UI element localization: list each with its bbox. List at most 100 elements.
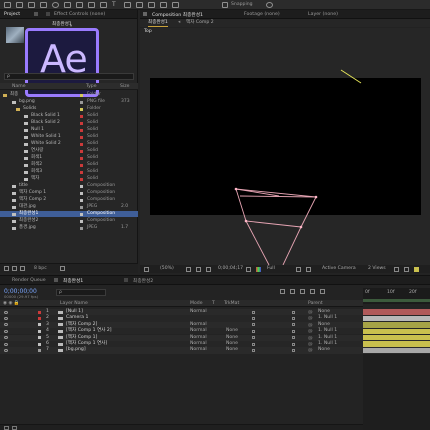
visibility-eye-icon[interactable] bbox=[4, 348, 8, 352]
draft-3d-icon[interactable] bbox=[280, 289, 285, 294]
subtab-comp-1[interactable]: 최종완성1 bbox=[148, 20, 168, 27]
blend-mode-dropdown[interactable]: Normal bbox=[190, 328, 207, 334]
project-item[interactable]: White Solid 1 Solid bbox=[0, 134, 138, 140]
col-name-header[interactable]: Name bbox=[12, 84, 26, 90]
expand-modes-icon[interactable] bbox=[12, 426, 17, 430]
visibility-eye-icon[interactable] bbox=[4, 336, 8, 340]
layer-row[interactable]: 3 [액자 Comp 2] Normal @ None bbox=[0, 321, 430, 328]
parent-dropdown[interactable]: 1. Null 1 bbox=[318, 315, 337, 321]
pen-tool-icon[interactable] bbox=[100, 2, 107, 8]
camera-handle[interactable] bbox=[244, 219, 248, 223]
label-color-swatch[interactable] bbox=[80, 219, 83, 223]
visibility-eye-icon[interactable] bbox=[4, 329, 8, 333]
label-color-swatch[interactable] bbox=[80, 128, 83, 132]
project-item[interactable]: 회색3 Solid bbox=[0, 169, 138, 175]
col-mode[interactable]: Mode bbox=[190, 301, 203, 307]
label-color-swatch[interactable] bbox=[80, 184, 83, 188]
project-item[interactable]: White Solid 2 Solid bbox=[0, 141, 138, 147]
camera-view-dropdown[interactable]: Active Camera bbox=[322, 266, 356, 272]
col-size-header[interactable]: Size bbox=[120, 84, 129, 90]
label-color-swatch[interactable] bbox=[80, 191, 83, 195]
timeline-search-input[interactable]: ρ bbox=[56, 289, 106, 296]
snapping-checkbox[interactable] bbox=[222, 2, 228, 8]
tab-effect-controls[interactable]: Effect Controls (none) bbox=[54, 12, 105, 17]
layer-label-color[interactable] bbox=[38, 316, 41, 320]
zoom-dropdown[interactable]: (50%) bbox=[160, 266, 174, 272]
viewer-timecode[interactable]: 0;00;04;17 bbox=[218, 266, 243, 272]
layer-name[interactable]: [액자 Comp 1] bbox=[66, 335, 97, 341]
col-parent[interactable]: Parent bbox=[308, 301, 323, 307]
motion-blur-icon[interactable] bbox=[310, 289, 315, 294]
blend-mode-dropdown[interactable]: Normal bbox=[190, 309, 207, 315]
work-area-bar[interactable] bbox=[363, 299, 430, 302]
layer-label-color[interactable] bbox=[38, 348, 41, 352]
project-item[interactable]: 풍경.jpg JPEG 1.7 bbox=[0, 225, 138, 231]
layer-duration-bar[interactable] bbox=[363, 334, 430, 341]
col-layer-name[interactable]: Layer Name bbox=[60, 301, 88, 307]
layer-duration-bar[interactable] bbox=[363, 347, 430, 354]
camera-handle[interactable] bbox=[299, 225, 303, 229]
project-item[interactable]: 액자 Solid bbox=[0, 176, 138, 182]
project-item[interactable]: 대관.jpg JPEG 2.0 bbox=[0, 204, 138, 210]
tab-layer[interactable]: Layer (none) bbox=[308, 12, 338, 17]
layer-row[interactable]: 4 [액자 Comp 1 연사 2] Normal None @1. Null 1 bbox=[0, 328, 430, 335]
layer-duration-bar[interactable] bbox=[363, 328, 430, 334]
grid-icon[interactable] bbox=[196, 266, 201, 272]
brush-tool-icon[interactable] bbox=[124, 2, 131, 8]
layer-label-color[interactable] bbox=[38, 342, 41, 346]
3d-layer-cube-icon[interactable] bbox=[292, 310, 295, 314]
layer-row[interactable]: 5 [액자 Comp 1] Normal None @1. Null 1 bbox=[0, 334, 430, 341]
label-color-swatch[interactable] bbox=[80, 135, 83, 139]
3d-layer-cube-icon[interactable] bbox=[292, 329, 295, 333]
visibility-eye-icon[interactable] bbox=[4, 342, 8, 346]
eraser-tool-icon[interactable] bbox=[148, 2, 155, 8]
label-color-swatch[interactable] bbox=[80, 205, 83, 209]
layer-label-color[interactable] bbox=[38, 310, 41, 314]
label-color-swatch[interactable] bbox=[80, 149, 83, 153]
rectangle-tool-icon[interactable] bbox=[88, 2, 95, 8]
project-item[interactable]: 액자 Comp 1 Composition bbox=[0, 190, 138, 196]
parent-dropdown[interactable]: None bbox=[318, 322, 330, 328]
region-of-interest-icon[interactable] bbox=[296, 266, 301, 272]
expand-switches-icon[interactable] bbox=[4, 426, 9, 430]
transparency-grid-icon[interactable] bbox=[306, 266, 311, 272]
layer-duration-bar[interactable] bbox=[363, 315, 430, 322]
show-channel-icon[interactable] bbox=[256, 266, 261, 272]
layer-label-color[interactable] bbox=[38, 336, 41, 340]
project-item[interactable]: title Composition bbox=[0, 183, 138, 189]
col-type-header[interactable]: Type bbox=[86, 84, 97, 90]
shy-switch-icon[interactable] bbox=[252, 336, 255, 340]
shy-switch-icon[interactable] bbox=[252, 323, 255, 327]
layer-row[interactable]: 2 Camera 1 @1. Null 1 bbox=[0, 315, 430, 322]
trash-icon[interactable] bbox=[60, 266, 65, 271]
tab-comp-1[interactable]: 최종완성1 bbox=[63, 278, 83, 284]
label-color-swatch[interactable] bbox=[80, 226, 83, 230]
new-composition-icon[interactable] bbox=[20, 266, 25, 271]
time-ruler[interactable]: 0f 10f 20f bbox=[363, 288, 430, 304]
col-trkmat[interactable]: TrkMat bbox=[224, 301, 239, 307]
interpret-footage-icon[interactable] bbox=[4, 266, 9, 271]
track-matte-dropdown[interactable]: None bbox=[226, 347, 238, 353]
layer-duration-bar[interactable] bbox=[363, 341, 430, 347]
project-item[interactable]: Solids Folder bbox=[0, 106, 138, 112]
track-matte-dropdown[interactable]: None bbox=[226, 328, 238, 334]
parent-dropdown[interactable]: 1. Null 1 bbox=[318, 335, 337, 341]
layer-row[interactable]: 6 [액자 Comp 1 연사] Normal None @1. Null 1 bbox=[0, 341, 430, 348]
tab-render-queue[interactable]: Render Queue bbox=[12, 278, 46, 283]
layer-label-color[interactable] bbox=[38, 323, 41, 327]
layer-label-color[interactable] bbox=[38, 329, 41, 333]
parent-dropdown[interactable]: 1. Null 1 bbox=[318, 328, 337, 334]
project-item[interactable]: Black Solid 2 Solid bbox=[0, 120, 138, 126]
visibility-eye-icon[interactable] bbox=[4, 323, 8, 327]
color-depth-label[interactable]: 8 bpc bbox=[34, 266, 47, 272]
timeline-toggle-icon[interactable] bbox=[414, 266, 419, 272]
layer-row[interactable]: 7 [bg.png] Normal None @ None bbox=[0, 347, 430, 354]
label-color-swatch[interactable] bbox=[80, 100, 83, 104]
tab-project[interactable]: Project bbox=[4, 12, 20, 17]
visibility-eye-icon[interactable] bbox=[4, 310, 8, 314]
shy-switch-icon[interactable] bbox=[252, 310, 255, 314]
fast-previews-icon[interactable] bbox=[404, 266, 409, 272]
blend-mode-dropdown[interactable]: Normal bbox=[190, 335, 207, 341]
graph-editor-icon[interactable] bbox=[320, 289, 325, 294]
resolution-dropdown[interactable]: Full bbox=[267, 266, 275, 272]
